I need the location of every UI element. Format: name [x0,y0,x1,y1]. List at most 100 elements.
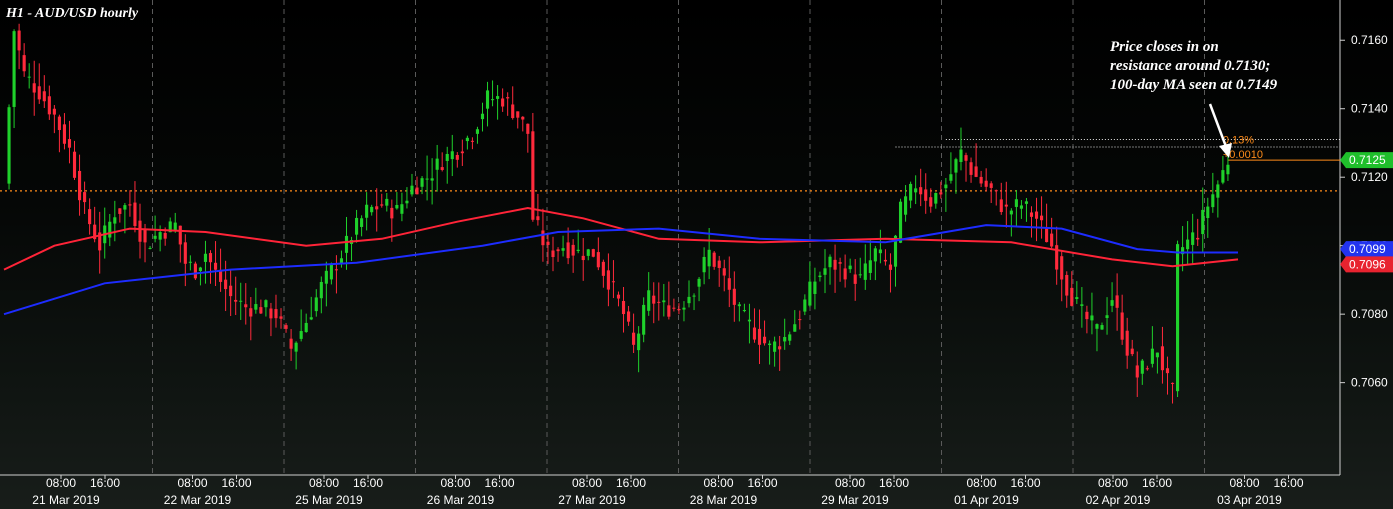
candle-down [284,323,288,333]
candle-up [7,104,11,190]
candle-down [1029,206,1034,238]
candle-up [465,135,469,150]
candle-body [994,190,998,192]
candle-up [813,267,817,310]
candle-up [848,258,852,273]
candle-body [455,154,459,160]
candle-body [566,242,570,259]
candle-body [556,249,560,252]
candle-down [1130,339,1134,357]
candle-down [652,282,656,324]
candle-up [319,276,323,314]
candle-up [803,294,807,316]
candle-body [954,159,958,173]
candle-body [12,31,16,107]
candle-down [249,297,253,341]
annotation-text: Price closes in on resistance around 0.7… [1110,38,1330,95]
candle-body [319,281,323,299]
candle-body [213,262,218,270]
candle-up [586,248,590,261]
candle-body [42,91,46,102]
candle-down [521,116,525,132]
candle-body [450,151,454,160]
candle-down [556,247,560,262]
candle-down [62,113,67,150]
candle-body [77,170,82,201]
candle-down [581,237,585,281]
candle-up [823,249,827,294]
candle-body [274,309,278,319]
candle-down [883,249,887,266]
candle-up [868,240,872,280]
candle-body [697,278,701,287]
candle-up [662,283,666,317]
candle-body [17,30,21,51]
candle-body [848,265,852,270]
candle-body [420,178,424,187]
candle-up [1155,352,1159,374]
candle-body [616,294,621,299]
candle-body [586,249,590,256]
candle-up [1140,358,1144,385]
candle-body [909,183,913,201]
candle-up [893,234,898,287]
candle-body [707,249,711,267]
candle-body [229,285,233,297]
candle-down [506,92,510,116]
candle-body [88,209,92,225]
candle-body [969,162,973,175]
candle-down [979,170,983,188]
candle-body [778,346,782,350]
candle-down [83,181,87,214]
candle-body [460,151,464,154]
candle-body [1034,211,1039,219]
candle-up [914,175,918,205]
candle-body [430,178,434,181]
candle-down [616,291,621,307]
candle-body [939,192,943,195]
candle-body [1019,205,1023,209]
candle-down [712,251,716,270]
candle-body [1045,227,1049,243]
candle-up [339,250,344,268]
candle-body [843,268,847,280]
candle-down [757,309,762,365]
candle-down [732,271,736,322]
candle-down [596,237,600,271]
candle-body [712,252,716,267]
candle-body [919,187,923,195]
candle-up [561,235,565,257]
candle-down [234,276,238,315]
candle-down [606,253,610,307]
candle-body [752,327,757,340]
candle-body [279,316,283,319]
candle-down [440,152,444,172]
candle-down [1055,226,1059,285]
candle-body [57,116,61,131]
candle-down [924,173,928,214]
candle-body [914,188,918,193]
candle-up [737,302,741,322]
candle-body [934,193,938,204]
candle-down [1145,365,1149,371]
candle-body [153,235,157,239]
candle-body [783,337,787,342]
candle-body [863,263,867,280]
candle-body [878,249,882,254]
candle-down [657,282,661,321]
x-date-label: 26 Mar 2019 [427,493,495,507]
candle-body [385,198,389,206]
candle-down [727,256,731,308]
candle-body [606,270,610,290]
candle-body [762,336,767,344]
candle-up [793,310,797,332]
candle-body [561,248,565,251]
candle-down [531,112,535,222]
candle-up [1105,297,1109,335]
candle-body [72,151,77,178]
candle-up [445,146,449,184]
candle-body [118,208,122,214]
candle-body [682,307,686,310]
candle-down [989,181,993,204]
candle-up [496,85,500,120]
